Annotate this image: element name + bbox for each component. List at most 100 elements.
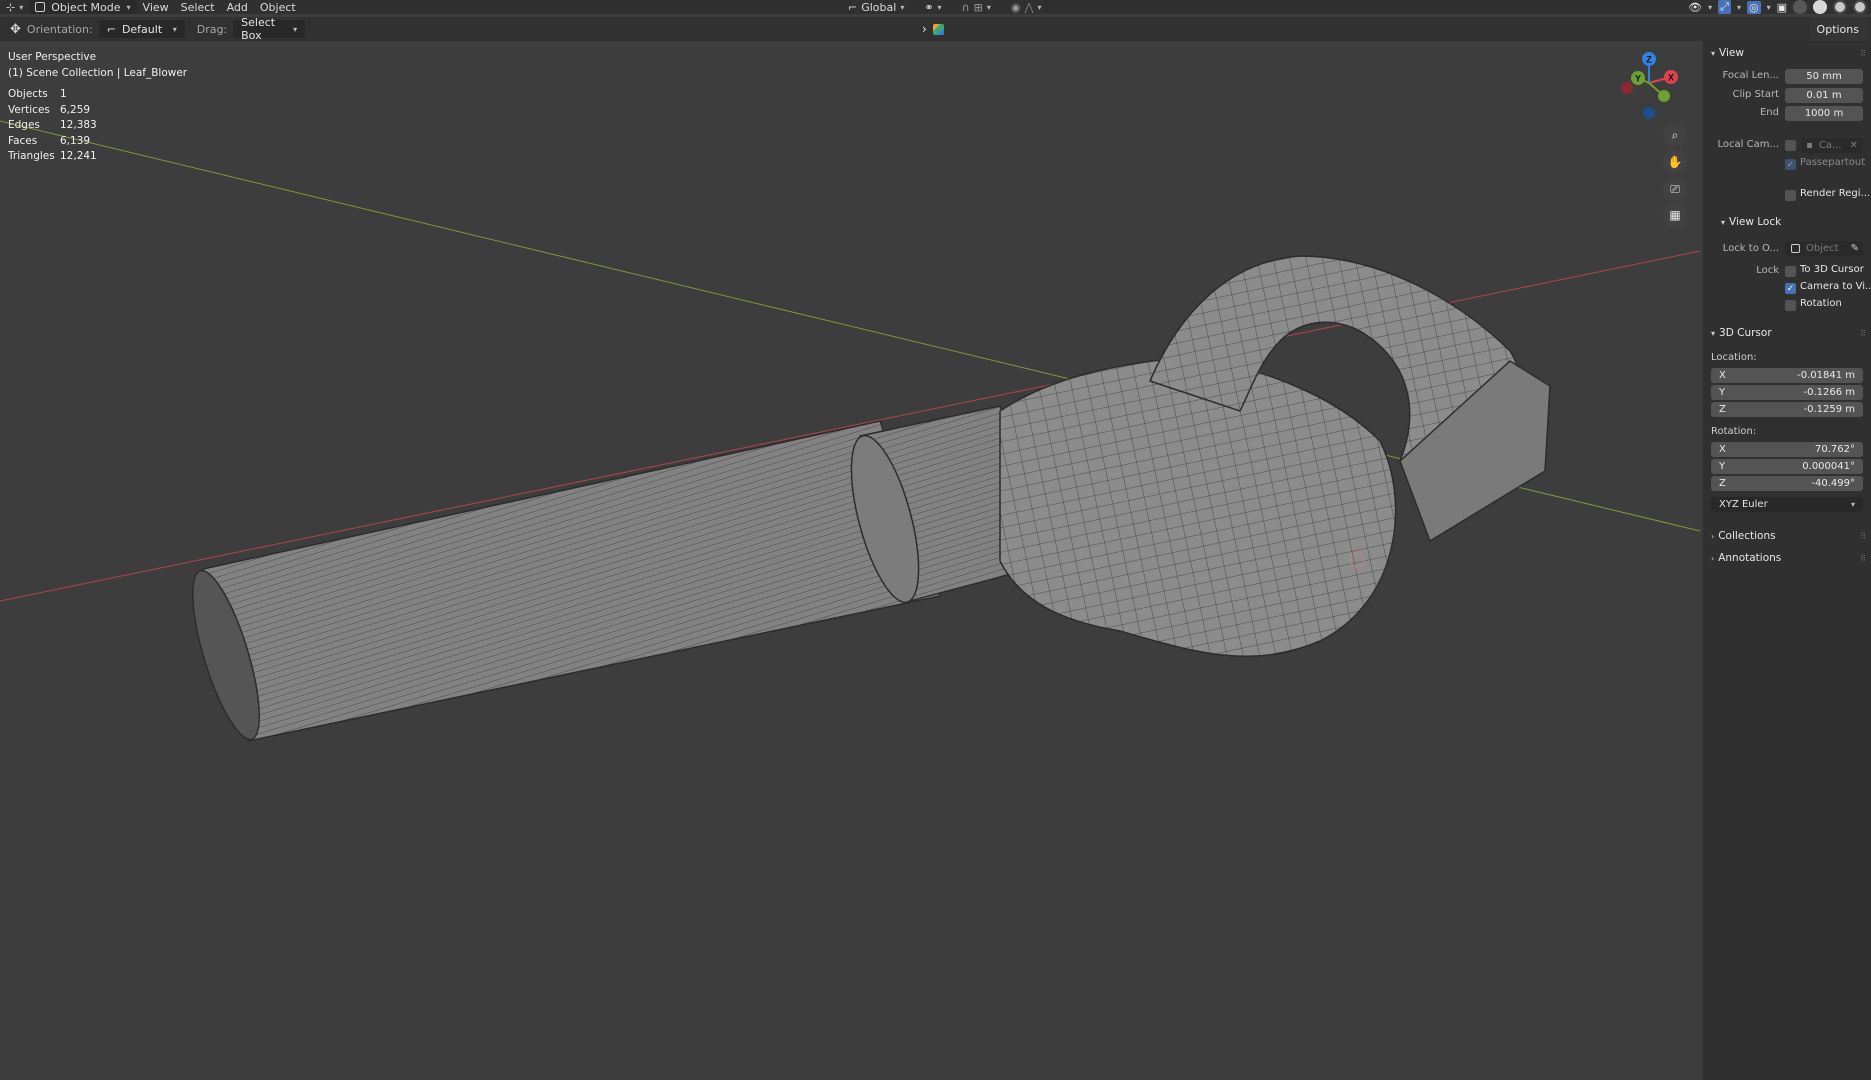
chevron-down-icon: ▾ xyxy=(1037,2,1042,12)
panel-view-header[interactable]: ▾ View xyxy=(1711,47,1744,59)
cursor-rotation-x-value: 70.762° xyxy=(1815,444,1855,455)
clear-icon[interactable]: ✕ xyxy=(1850,140,1858,151)
gizmo-neg-x-handle[interactable] xyxy=(1621,82,1633,94)
panel-3d-cursor-header[interactable]: ▾ 3D Cursor xyxy=(1711,327,1772,339)
pivot-point-button[interactable]: ⚭ ▾ xyxy=(918,0,947,14)
axis-x-label: X xyxy=(1719,370,1726,381)
drag-dropdown[interactable]: Select Box ▾ xyxy=(233,16,306,42)
stat-row: Triangles 12,241 xyxy=(8,149,97,165)
chevron-down-icon: ▾ xyxy=(172,24,177,34)
passepartout-checkbox[interactable]: ✓ xyxy=(1785,159,1796,170)
gizmo-neg-y-handle[interactable] xyxy=(1658,90,1670,102)
chevron-down-icon: ▾ xyxy=(986,2,991,12)
chevron-down-icon: ▾ xyxy=(1721,217,1726,227)
editor-type-icon: ⊹ xyxy=(6,0,16,14)
clip-start-field[interactable]: 0.01 m xyxy=(1785,88,1863,103)
focal-length-field[interactable]: 50 mm xyxy=(1785,69,1863,84)
chevron-down-icon: ▾ xyxy=(126,2,131,12)
transform-tool-icon[interactable]: ✥ xyxy=(10,22,21,37)
cursor-rotation-x-field[interactable]: X 70.762° xyxy=(1711,442,1863,457)
stat-row: Faces 6,139 xyxy=(8,134,97,150)
menu-object[interactable]: Object xyxy=(254,0,302,14)
proportional-edit-icon: ◉ xyxy=(1010,0,1021,14)
rendered-shading-icon[interactable] xyxy=(1853,0,1867,14)
render-region-label: Render Regi... xyxy=(1800,188,1871,199)
chevron-right-icon: › xyxy=(1711,531,1715,541)
orientation-icon: ⌐ xyxy=(106,22,116,36)
transform-orientation-dropdown[interactable]: ⌐ Global ▾ xyxy=(842,0,910,14)
panel-view-lock-header[interactable]: ▾ View Lock xyxy=(1721,216,1781,228)
rotation-mode-dropdown[interactable]: XYZ Euler ▾ xyxy=(1711,497,1863,512)
camera-to-view-checkbox[interactable]: ✓ xyxy=(1785,283,1796,294)
stat-label: Objects xyxy=(8,88,48,100)
render-region-checkbox[interactable] xyxy=(1785,190,1796,201)
clip-end-field[interactable]: 1000 m xyxy=(1785,106,1863,121)
cursor-location-x-field[interactable]: X -0.01841 m xyxy=(1711,368,1863,383)
cursor-location-z-field[interactable]: Z -0.1259 m xyxy=(1711,402,1863,417)
cursor-location-y-field[interactable]: Y -0.1266 m xyxy=(1711,385,1863,400)
panel-annotations-header[interactable]: › Annotations xyxy=(1711,552,1781,564)
perspective-label: User Perspective xyxy=(8,51,97,63)
panel-view-lock-title: View Lock xyxy=(1729,216,1782,228)
drag-handle-icon[interactable]: ⠿ xyxy=(1860,532,1866,541)
viewport-canvas[interactable] xyxy=(0,41,1700,1080)
camera-view-icon[interactable]: ⎚ xyxy=(1663,177,1687,201)
overlays-toggle-icon[interactable]: ◎ xyxy=(1746,0,1761,14)
solid-shading-icon[interactable] xyxy=(1813,0,1827,14)
eyedropper-icon[interactable]: ✎ xyxy=(1851,243,1859,254)
chevron-down-icon: ▾ xyxy=(293,24,298,34)
lock-to-cursor-checkbox[interactable] xyxy=(1785,266,1796,277)
stat-label: Edges xyxy=(8,119,40,131)
editor-type-button[interactable]: ⊹ ▾ xyxy=(0,0,29,14)
drag-handle-icon[interactable]: ⠿ xyxy=(1860,49,1866,58)
orientation-dropdown[interactable]: ⌐ Default ▾ xyxy=(98,20,185,38)
pan-hand-icon[interactable]: ✋ xyxy=(1663,150,1687,174)
stat-label: Vertices xyxy=(8,103,50,116)
clip-start-label: Clip Start xyxy=(1732,89,1780,100)
lock-to-object-field[interactable]: Object ✎ xyxy=(1785,241,1863,256)
axis-z-label: Z xyxy=(1719,478,1726,489)
asset-cube-icon[interactable] xyxy=(932,23,944,35)
options-dropdown[interactable]: Options xyxy=(1808,17,1867,41)
lock-rotation-checkbox[interactable] xyxy=(1785,300,1796,311)
wireframe-shading-icon[interactable] xyxy=(1793,0,1807,14)
gizmo-y-label: Y xyxy=(1635,74,1641,84)
stat-value: 1 xyxy=(60,88,67,100)
visibility-icon[interactable]: 👁 xyxy=(1688,1,1702,14)
lock-to-object-value: Object xyxy=(1806,243,1839,254)
chevron-right-icon[interactable]: › xyxy=(922,22,927,36)
cursor-rotation-z-field[interactable]: Z -40.499° xyxy=(1711,476,1863,491)
menu-select[interactable]: Select xyxy=(175,0,221,14)
gizmo-neg-z-handle[interactable] xyxy=(1643,107,1655,119)
stat-label: Triangles xyxy=(8,150,55,162)
xray-toggle-icon[interactable]: ▣ xyxy=(1777,1,1787,14)
menu-add[interactable]: Add xyxy=(221,0,254,14)
3d-viewport[interactable]: User Perspective (1) Scene Collection | … xyxy=(0,41,1700,1080)
menu-view[interactable]: View xyxy=(137,0,175,14)
drag-label: Drag: xyxy=(196,22,228,36)
object-mode-icon xyxy=(35,2,46,12)
axes-icon: ⌐ xyxy=(848,0,858,14)
local-camera-checkbox[interactable] xyxy=(1785,140,1796,151)
gizmo-z-label: Z xyxy=(1646,55,1652,65)
panel-collections-header[interactable]: › Collections xyxy=(1711,530,1776,542)
zoom-icon[interactable]: ⌕ xyxy=(1663,123,1687,147)
gizmo-toggle-icon[interactable]: ⤢ xyxy=(1718,0,1731,14)
falloff-icon: ⋀ xyxy=(1024,0,1034,14)
local-camera-label: Local Cam... xyxy=(1717,139,1779,150)
stat-row: Objects 1 xyxy=(8,87,97,103)
mode-dropdown[interactable]: Object Mode ▾ xyxy=(29,0,137,14)
stat-value: 6,259 xyxy=(60,103,91,116)
lock-rotation-label: Rotation xyxy=(1800,298,1842,309)
snap-button[interactable]: ∩ ⊞ ▾ xyxy=(956,0,997,14)
drag-handle-icon[interactable]: ⠿ xyxy=(1860,554,1866,563)
chevron-right-icon: › xyxy=(1711,553,1715,563)
local-camera-field[interactable]: ▪ Ca... ✕ xyxy=(1801,138,1863,153)
material-preview-shading-icon[interactable] xyxy=(1833,0,1847,14)
cursor-rotation-y-field[interactable]: Y 0.000041° xyxy=(1711,459,1863,474)
navigation-gizmo[interactable]: Z Y X xyxy=(1614,51,1694,131)
drag-handle-icon[interactable]: ⠿ xyxy=(1860,329,1866,338)
perspective-grid-icon[interactable]: ▦ xyxy=(1663,203,1687,227)
proportional-edit-button[interactable]: ◉ ⋀ ▾ xyxy=(1005,0,1048,14)
chevron-down-icon: ▾ xyxy=(1711,48,1716,58)
